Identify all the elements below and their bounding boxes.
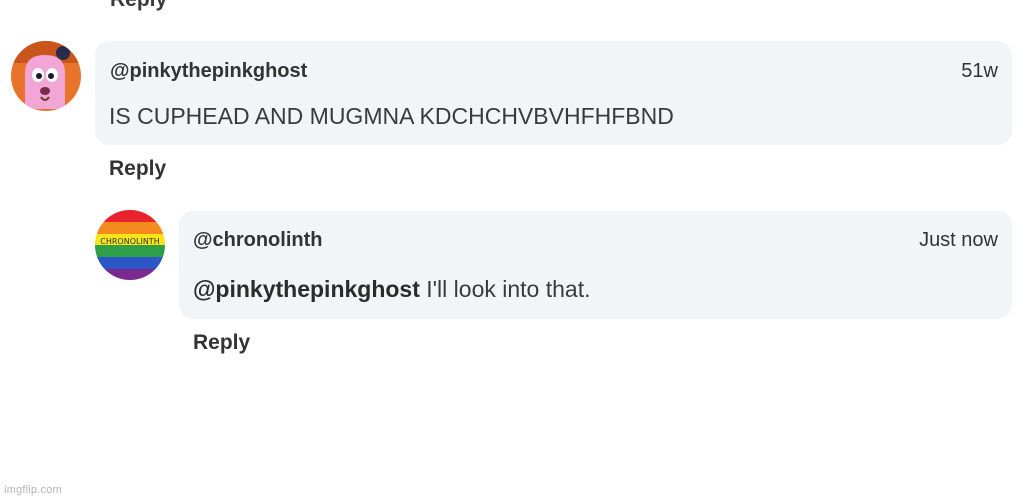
comment-mention[interactable]: @pinkythepinkghost: [193, 276, 420, 302]
comment-bubble: @pinkythepinkghost 51w IS CUPHEAD AND MU…: [95, 41, 1012, 145]
reply-button[interactable]: Reply: [109, 157, 166, 181]
avatar-chronolinth[interactable]: CHRONOLINTH: [95, 210, 165, 280]
comment-username[interactable]: @pinkythepinkghost: [110, 60, 307, 83]
comment-username[interactable]: @chronolinth: [193, 229, 322, 252]
watermark: imgflip.com: [4, 484, 62, 496]
comment-chronolinth: CHRONOLINTH @chronolinth Just now @pinky…: [0, 200, 1034, 370]
comment-pinkythepinkghost: @pinkythepinkghost 51w IS CUPHEAD AND MU…: [0, 0, 1034, 200]
rainbow-avatar-image: CHRONOLINTH: [95, 210, 165, 280]
comment-bubble: @chronolinth Just now @pinkythepinkghost…: [179, 211, 1012, 319]
avatar-text: CHRONOLINTH: [100, 237, 159, 246]
ghost-avatar-image: [11, 41, 81, 111]
comment-text: @pinkythepinkghost I'll look into that.: [193, 276, 590, 303]
comment-timestamp: 51w: [961, 60, 998, 82]
comment-timestamp: Just now: [919, 229, 998, 251]
reply-button[interactable]: Reply: [193, 331, 250, 355]
comment-text: IS CUPHEAD AND MUGMNA KDCHCHVBVHFHFBND: [109, 103, 674, 129]
comment-body: I'll look into that.: [419, 276, 591, 302]
avatar-pinkythepinkghost[interactable]: [11, 41, 81, 111]
